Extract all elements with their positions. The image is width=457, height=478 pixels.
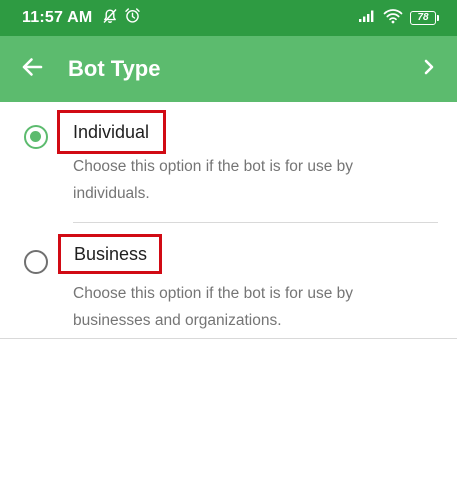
back-button[interactable] [0, 36, 62, 102]
next-button[interactable] [401, 36, 457, 102]
list-bottom-divider [0, 338, 457, 339]
radio-dot [30, 131, 41, 142]
option-description-business: Choose this option if the bot is for use… [73, 285, 354, 329]
wifi-icon [383, 8, 403, 29]
highlight-box-individual: Individual [57, 110, 166, 154]
highlight-box-business: Business [58, 234, 162, 274]
option-title-individual: Individual [73, 121, 150, 142]
alarm-icon [124, 7, 141, 29]
app-bar: Bot Type [0, 36, 457, 102]
status-icons-left [102, 7, 141, 29]
option-title-business: Business [74, 243, 148, 264]
status-bar: 11:57 AM 78 [0, 0, 457, 36]
page-title: Bot Type [68, 56, 161, 81]
arrow-left-icon [21, 57, 43, 82]
status-icons-right: 78 [358, 8, 439, 29]
option-business[interactable]: Business Choose this option if the bot i… [0, 223, 457, 338]
signal-icon [358, 9, 376, 28]
mute-bell-icon [102, 8, 118, 29]
battery-level: 78 [417, 12, 429, 23]
radio-business[interactable] [24, 250, 48, 274]
chevron-right-icon [423, 58, 435, 81]
option-description-individual: Choose this option if the bot is for use… [73, 158, 354, 202]
option-individual[interactable]: Individual Choose this option if the bot… [0, 102, 457, 222]
battery-icon: 78 [410, 11, 439, 25]
radio-individual[interactable] [24, 125, 48, 149]
status-time: 11:57 AM [22, 9, 93, 26]
